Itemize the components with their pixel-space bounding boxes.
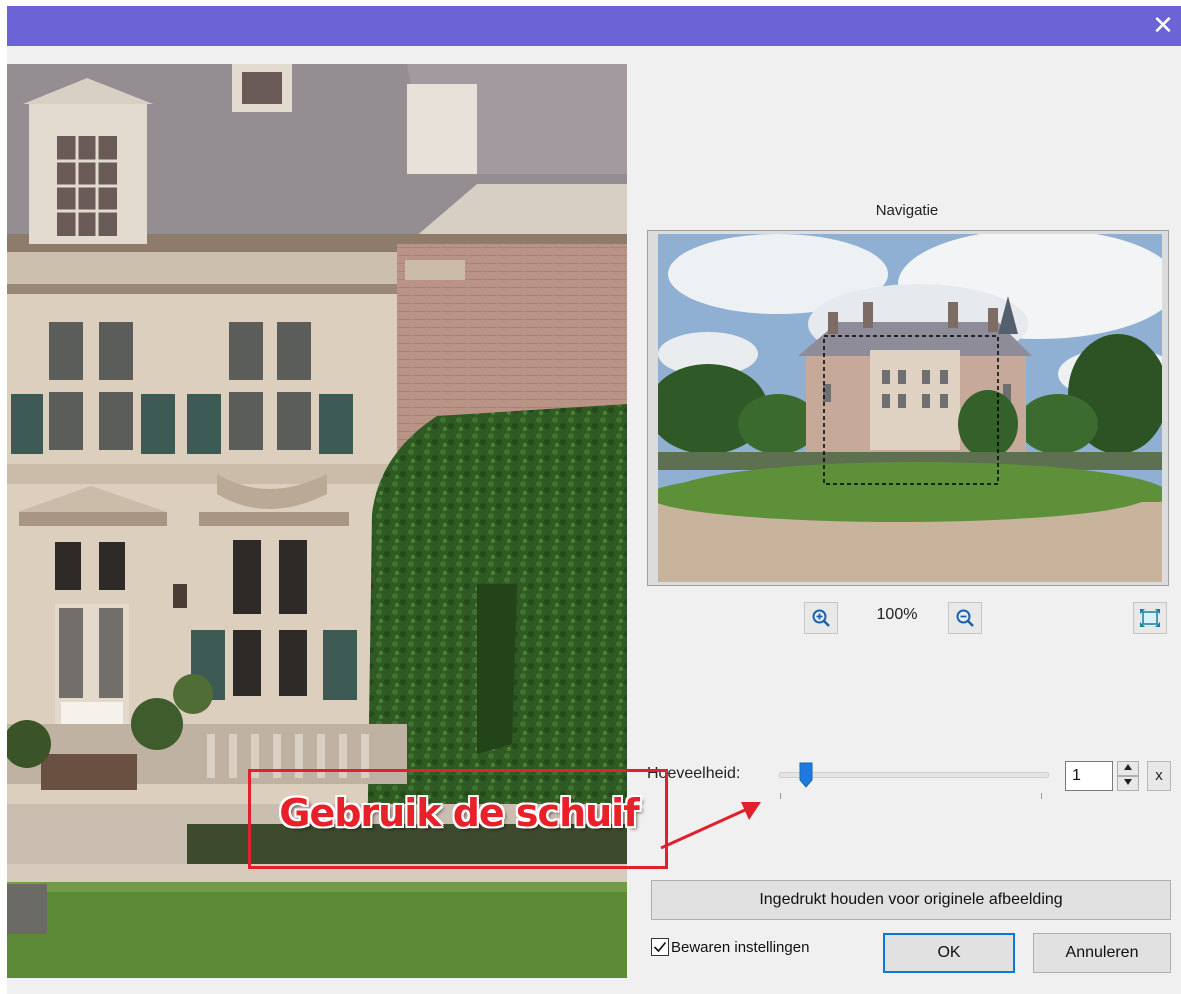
arrow-icon	[660, 802, 761, 850]
fit-to-window-button[interactable]	[1133, 602, 1167, 634]
zoom-out-icon	[956, 609, 974, 627]
close-button[interactable]: ✕	[1145, 6, 1181, 46]
save-settings-label: Bewaren instellingen	[671, 938, 810, 956]
thumbnail-photo	[658, 234, 1162, 582]
amount-increment-button[interactable]	[1117, 761, 1139, 776]
cancel-button[interactable]: Annuleren	[1033, 933, 1171, 973]
arrow-down-icon	[1124, 779, 1132, 785]
amount-reset-button[interactable]: x	[1147, 761, 1171, 791]
amount-slider-thumb[interactable]	[799, 762, 813, 793]
zoom-in-button[interactable]	[804, 602, 838, 634]
effect-dialog: ✕ Navigatie 100% Hoeveelheid: 1 x Ingedr…	[7, 6, 1181, 994]
amount-value-input[interactable]	[1065, 761, 1113, 791]
zoom-in-icon	[812, 609, 830, 627]
slider-tick-min	[780, 793, 781, 799]
title-bar: ✕	[7, 6, 1181, 46]
navigation-panel	[647, 230, 1169, 586]
callout-text: Gebruik de schuif	[279, 791, 640, 835]
close-icon: ✕	[1152, 10, 1174, 40]
checkmark-icon	[653, 941, 667, 953]
checkbox-box[interactable]	[651, 938, 669, 956]
zoom-out-button[interactable]	[948, 602, 982, 634]
navigation-thumbnail[interactable]	[658, 234, 1162, 582]
amount-slider-track[interactable]	[779, 772, 1049, 778]
slider-tick-max	[1041, 793, 1042, 799]
show-original-button[interactable]: Ingedrukt houden voor originele afbeeldi…	[651, 880, 1171, 920]
arrow-up-icon	[1124, 764, 1132, 770]
fit-to-window-icon	[1140, 609, 1160, 627]
zoom-level: 100%	[876, 606, 918, 623]
navigation-title: Navigatie	[875, 202, 939, 219]
amount-decrement-button[interactable]	[1117, 776, 1139, 791]
ok-button[interactable]: OK	[883, 933, 1015, 973]
save-settings-checkbox[interactable]: Bewaren instellingen	[651, 938, 809, 956]
